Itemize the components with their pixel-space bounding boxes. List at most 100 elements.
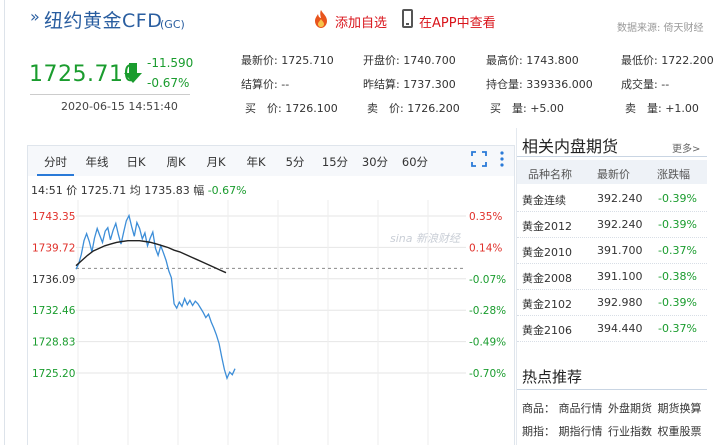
- side-cell-change: -0.39%: [658, 296, 697, 309]
- stat-volume: 成交量: --: [621, 78, 670, 91]
- price-change-percent: -0.67%: [147, 76, 190, 90]
- view-in-app-link[interactable]: 在APP中查看: [419, 12, 496, 31]
- info-time: 14:51: [31, 184, 63, 197]
- price-series-line: [75, 213, 236, 381]
- instrument-title: 纽约黄金CFD: [44, 10, 163, 32]
- side-cell-price: 392.980: [597, 296, 643, 309]
- tab-60min[interactable]: 60分: [398, 154, 432, 170]
- side-title-rule: [517, 156, 707, 157]
- flame-icon[interactable]: [312, 9, 330, 29]
- hot-link-industry-index[interactable]: 行业指数: [608, 425, 652, 438]
- side-cell-price: 394.440: [597, 322, 643, 335]
- more-options-icon[interactable]: [500, 150, 504, 168]
- side-cell-change: -0.39%: [658, 192, 697, 205]
- tab-daily-k[interactable]: 日K: [122, 154, 150, 170]
- chart-series: [75, 213, 236, 381]
- instrument-code: (GC): [160, 18, 185, 31]
- tab-15min[interactable]: 15分: [318, 154, 352, 170]
- page-left-border: [4, 0, 5, 445]
- side-table-row[interactable]: 黄金2102 392.980 -0.39%: [517, 289, 707, 316]
- tab-5min[interactable]: 5分: [280, 154, 310, 170]
- hot-link-futures-index[interactable]: 期指行情: [559, 425, 603, 438]
- side-cell-change: -0.37%: [658, 244, 697, 257]
- stat-low: 最低价: 1722.200: [621, 54, 714, 67]
- side-table-row[interactable]: 黄金连续 392.240 -0.39%: [517, 185, 707, 212]
- stat-high: 最高价: 1743.800: [486, 54, 579, 67]
- y-tick-label-right: -0.28%: [469, 305, 506, 317]
- hot-link-warrants[interactable]: 权重股票: [658, 425, 702, 438]
- side-cell-name: 黄金2008: [522, 272, 572, 285]
- price-change-absolute: -11.590: [147, 56, 194, 70]
- y-tick-label-right: 0.35%: [469, 211, 502, 223]
- quote-header: » 纽约黄金CFD (GC) 添加自选 在APP中查看 数据来源: 倚天财经: [0, 0, 720, 36]
- stat-latest: 最新价: 1725.710: [241, 54, 334, 67]
- stat-ask-volume: 卖 量: +1.00: [625, 102, 699, 115]
- quote-timestamp: 2020-06-15 14:51:40: [61, 100, 178, 113]
- y-tick-label-left: 1743.35: [32, 211, 75, 223]
- side-cell-change: -0.39%: [658, 218, 697, 231]
- y-tick-label-right: -0.49%: [469, 337, 506, 349]
- tab-year-line[interactable]: 年线: [80, 154, 114, 170]
- fullscreen-icon[interactable]: [471, 151, 487, 167]
- side-cell-name: 黄金2012: [522, 220, 572, 233]
- hot-link-convert[interactable]: 期货换算: [658, 402, 702, 415]
- side-cell-price: 391.100: [597, 270, 643, 283]
- y-tick-label-right: 0.14%: [469, 242, 502, 254]
- hot-line-indices: 期指： 期指行情 行业指数 权重股票: [522, 425, 702, 438]
- y-tick-label-right: -0.07%: [469, 274, 506, 286]
- side-cell-name: 黄金连续: [522, 194, 566, 207]
- hot-recommend-title: 热点推荐: [522, 368, 583, 386]
- stat-settle: 结算价: --: [241, 78, 290, 91]
- tab-intraday[interactable]: 分时: [37, 154, 74, 170]
- stat-open: 开盘价: 1740.700: [363, 54, 456, 67]
- side-table-row[interactable]: 黄金2012 392.240 -0.39%: [517, 211, 707, 238]
- info-amp-label: 幅: [193, 184, 205, 197]
- hot-link-futures[interactable]: 外盘期货: [608, 402, 652, 415]
- side-cell-name: 黄金2106: [522, 324, 572, 337]
- info-price-label: 价: [66, 184, 78, 197]
- crosshair-info-line: 14:51 价 1725.71 均 1735.83 幅 -0.67%: [31, 182, 247, 198]
- hot-link-quotes[interactable]: 商品行情: [559, 402, 603, 415]
- stat-bid: 买 价: 1726.100: [245, 102, 338, 115]
- stat-open-interest: 持仓量: 339336.000: [486, 78, 593, 91]
- side-table-row[interactable]: 黄金2008 391.100 -0.38%: [517, 263, 707, 290]
- tab-30min[interactable]: 30分: [358, 154, 392, 170]
- stat-ask: 卖 价: 1726.200: [367, 102, 460, 115]
- side-more-link[interactable]: 更多>: [672, 140, 700, 155]
- sina-watermark: sina 新浪财经: [390, 232, 461, 245]
- hot-line-products: 商品： 商品行情 外盘期货 期货换算: [522, 402, 702, 415]
- intraday-chart[interactable]: sina 新浪财经 1743.35 0.35% 1739.72 0.14% 1736.0…: [28, 200, 514, 445]
- side-panel-title: 相关内盘期货: [522, 137, 619, 156]
- tab-yearly-k[interactable]: 年K: [241, 154, 271, 170]
- phone-icon[interactable]: [402, 9, 413, 28]
- y-tick-label-left: 1739.72: [32, 242, 75, 254]
- side-cell-change: -0.37%: [658, 322, 697, 335]
- current-price: 1725.710: [29, 62, 138, 87]
- info-price: 1725.71: [80, 184, 127, 197]
- active-tab-indicator: [37, 174, 74, 176]
- side-col-name: 品种名称: [528, 168, 572, 181]
- tab-monthly-k[interactable]: 月K: [201, 154, 231, 170]
- side-cell-name: 黄金2102: [522, 298, 572, 311]
- info-amp: -0.67%: [207, 184, 247, 197]
- title-arrows-icon: »: [30, 7, 40, 26]
- info-avg-label: 均: [129, 184, 141, 197]
- side-cell-name: 黄金2010: [522, 246, 572, 259]
- y-tick-label-left: 1732.46: [32, 305, 76, 317]
- y-tick-label-left: 1736.09: [32, 274, 75, 286]
- side-cell-price: 392.240: [597, 192, 643, 205]
- tab-weekly-k[interactable]: 周K: [161, 154, 191, 170]
- data-source-label: 数据来源: 倚天财经: [617, 23, 704, 34]
- side-cell-change: -0.38%: [658, 270, 697, 283]
- stat-bid-volume: 买 量: +5.00: [490, 102, 564, 115]
- side-col-change: 涨跌幅: [657, 168, 690, 181]
- side-cell-price: 391.700: [597, 244, 643, 257]
- y-tick-label-left: 1725.20: [32, 368, 75, 380]
- add-to-watchlist-link[interactable]: 添加自选: [335, 12, 387, 31]
- y-tick-label-right: -0.70%: [469, 368, 506, 380]
- down-arrow-icon: [124, 63, 142, 83]
- side-table-row[interactable]: 黄金2106 394.440 -0.37%: [517, 315, 707, 342]
- side-col-price: 最新价: [597, 168, 630, 181]
- side-table-row[interactable]: 黄金2010 391.700 -0.37%: [517, 237, 707, 264]
- stat-prev-settle: 昨结算: 1737.300: [363, 78, 456, 91]
